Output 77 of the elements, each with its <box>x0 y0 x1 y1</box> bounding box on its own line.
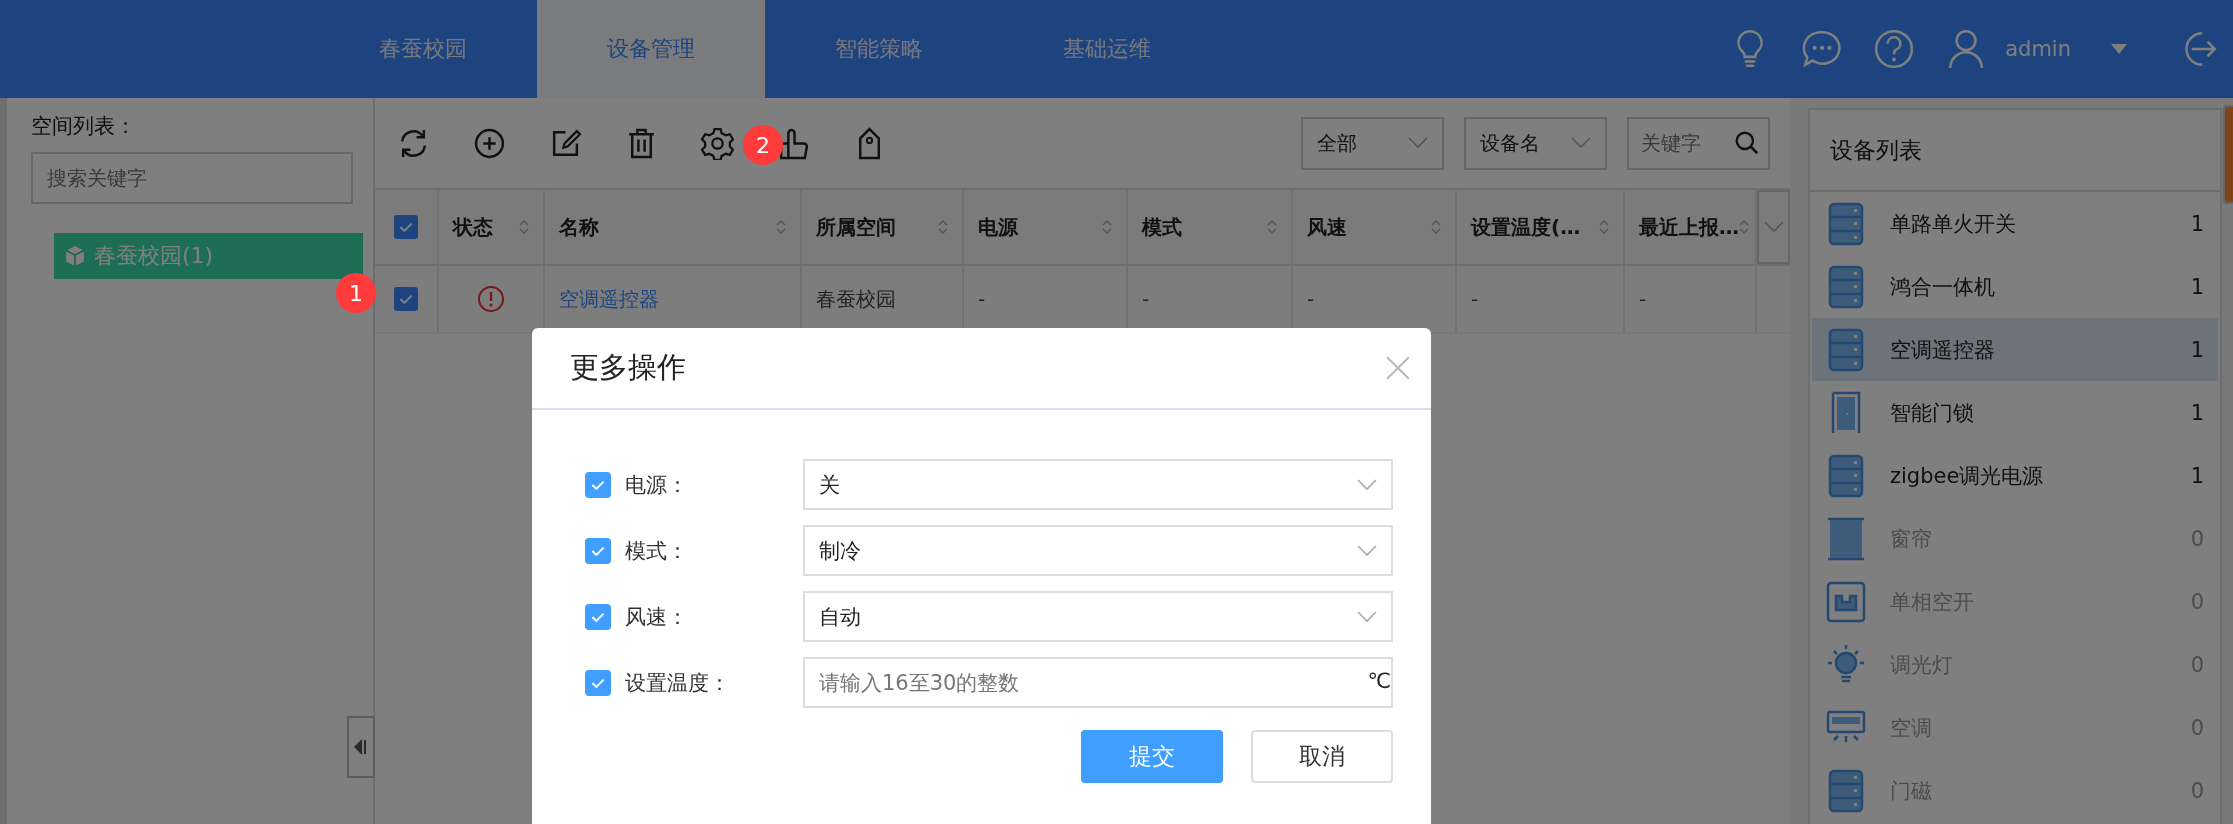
sort-icon[interactable] <box>1739 219 1749 235</box>
sort-icon[interactable] <box>519 219 529 235</box>
panel-title: 空间列表： <box>31 113 137 140</box>
server-icon <box>1826 768 1866 813</box>
column-header[interactable]: 设置温度(… <box>1457 190 1625 264</box>
step-marker: 1 <box>336 273 376 313</box>
column-menu-button[interactable] <box>1757 190 1790 264</box>
caret-icon[interactable] <box>2111 44 2127 54</box>
column-header[interactable]: 名称 <box>545 190 802 264</box>
sort-icon[interactable] <box>1102 219 1112 235</box>
select-field[interactable]: 关 <box>803 459 1393 510</box>
submit-button[interactable]: 提交 <box>1081 730 1223 783</box>
device-type-item[interactable]: 空调遥控器 1 <box>1812 318 2218 381</box>
field-checkbox[interactable] <box>585 537 611 564</box>
device-type-item[interactable]: 单路单火开关 1 <box>1812 192 2218 255</box>
device-type-item[interactable]: zigbee调光电源 1 <box>1812 444 2218 507</box>
server-icon <box>1826 264 1866 309</box>
help-icon[interactable] <box>1873 28 1916 70</box>
keyword-field[interactable]: 关键字 <box>1627 116 1770 170</box>
row-checkbox[interactable] <box>394 287 418 311</box>
type-select[interactable]: 全部 <box>1301 116 1444 170</box>
field-checkbox[interactable] <box>585 669 611 696</box>
sort-icon[interactable] <box>1431 219 1441 235</box>
table-cell: - <box>1457 266 1625 332</box>
device-type-item[interactable]: 鸿合一体机 1 <box>1812 255 2218 318</box>
chevron-icon <box>1763 221 1784 233</box>
column-header[interactable]: 模式 <box>1128 190 1293 264</box>
sort-icon[interactable] <box>1267 219 1277 235</box>
chat-icon[interactable] <box>1801 28 1844 70</box>
column-header[interactable]: 所属空间 <box>802 190 964 264</box>
server-icon <box>1826 201 1866 246</box>
breaker-icon <box>1826 579 1866 624</box>
chevron-icon <box>1571 137 1591 149</box>
hand-pointer-icon[interactable] <box>777 126 810 160</box>
cancel-button[interactable]: 取消 <box>1251 730 1393 783</box>
sort-icon[interactable] <box>776 219 786 235</box>
sort-icon[interactable] <box>1599 219 1609 235</box>
device-type-item[interactable]: 智能门锁 1 <box>1812 381 2218 444</box>
field-label: 风速： <box>625 603 689 631</box>
close-icon[interactable] <box>1385 355 1411 381</box>
chevron-icon <box>1357 544 1377 557</box>
cube-icon <box>64 245 86 267</box>
field-checkbox[interactable] <box>585 471 611 498</box>
side-tab[interactable] <box>2223 105 2233 204</box>
field-label: 设置温度： <box>625 669 731 697</box>
select-field[interactable]: 自动 <box>803 591 1393 642</box>
chevron-icon <box>1357 610 1377 623</box>
table-cell: - <box>1625 266 1757 332</box>
settings-icon[interactable] <box>701 126 734 160</box>
field-label: 电源： <box>625 471 689 499</box>
chevron-icon <box>1408 137 1428 149</box>
collapse-handle[interactable] <box>347 716 375 778</box>
server-icon <box>1826 453 1866 498</box>
server-icon <box>1826 327 1866 372</box>
nav-tab[interactable]: 设备管理 <box>537 0 765 98</box>
column-header[interactable]: 风速 <box>1293 190 1457 264</box>
column-header[interactable]: 最近上报… <box>1625 190 1757 264</box>
curtain-icon <box>1826 516 1866 561</box>
column-header[interactable]: 电源 <box>964 190 1128 264</box>
step-marker: 2 <box>743 125 783 165</box>
column-header[interactable]: 状态 <box>439 190 545 264</box>
dialog-title: 更多操作 <box>570 349 686 386</box>
field-label: 模式： <box>625 537 689 565</box>
collapse-icon <box>354 738 368 756</box>
unit-label: ℃ <box>1367 669 1391 693</box>
device-link[interactable]: 空调遥控器 <box>559 285 659 313</box>
username[interactable]: admin <box>2005 37 2071 61</box>
search-field[interactable]: 搜索关键字 <box>31 152 353 204</box>
panel-title: 设备列表 <box>1810 110 2220 192</box>
search-icon[interactable] <box>1734 129 1760 156</box>
chevron-icon <box>1357 478 1377 491</box>
field-checkbox[interactable] <box>585 603 611 630</box>
field-select[interactable]: 设备名 <box>1464 116 1607 170</box>
sort-icon[interactable] <box>938 219 948 235</box>
add-icon[interactable] <box>473 126 506 160</box>
select-all-checkbox[interactable] <box>394 215 418 239</box>
select-field[interactable]: 制冷 <box>803 525 1393 576</box>
